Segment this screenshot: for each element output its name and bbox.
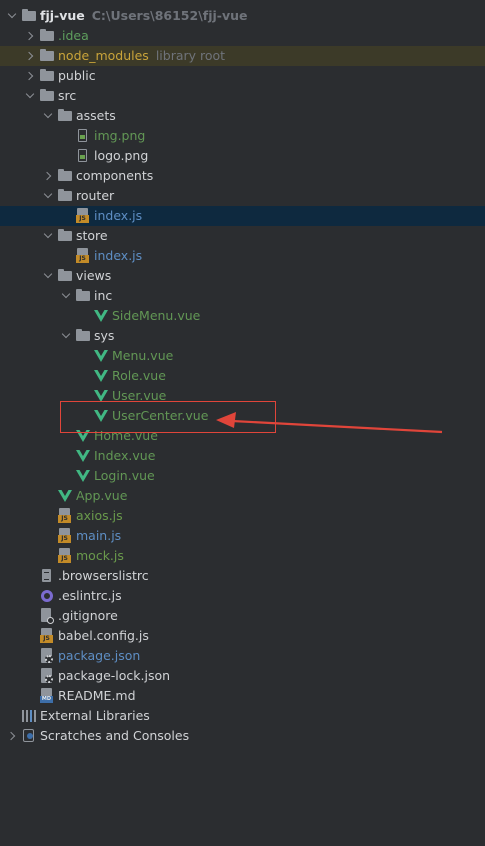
annotation-arrow [216, 412, 443, 434]
